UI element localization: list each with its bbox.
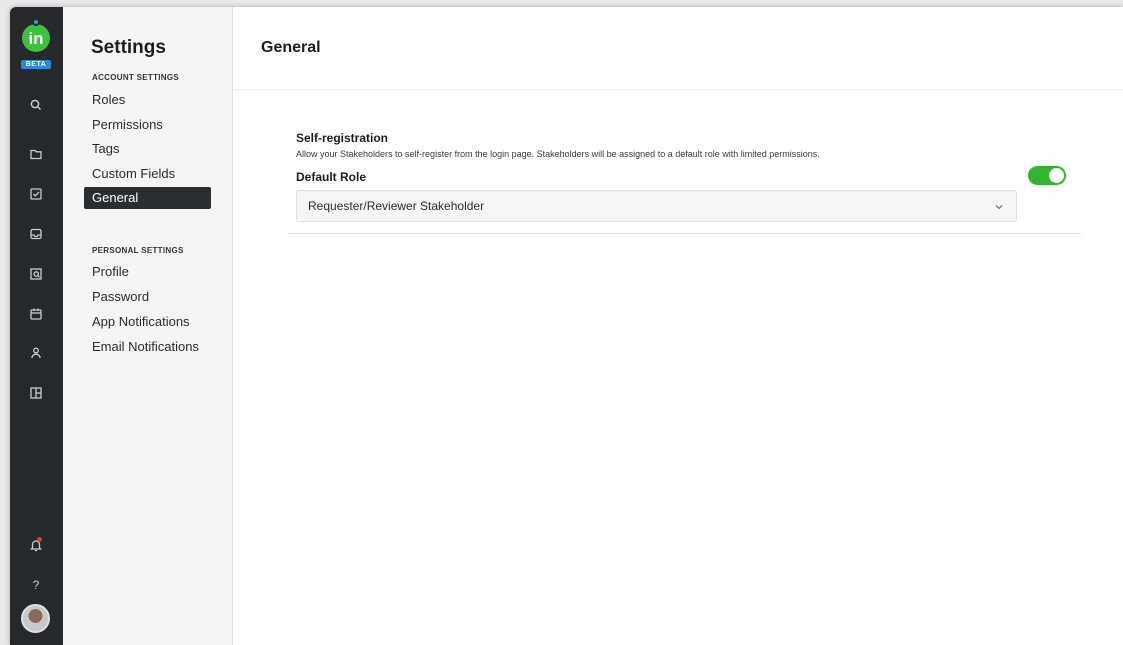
settings-title: Settings — [91, 37, 166, 58]
account-settings-label: ACCOUNT SETTINGS — [92, 73, 180, 82]
search-icon[interactable] — [26, 95, 46, 115]
sidebar-item-general[interactable]: General — [84, 187, 211, 209]
notification-dot — [37, 537, 42, 542]
help-icon[interactable]: ? — [26, 575, 46, 595]
logo-dot-icon — [32, 18, 40, 26]
avatar[interactable] — [21, 604, 50, 633]
settings-sidebar: Settings ACCOUNT SETTINGS Roles Permissi… — [63, 7, 233, 645]
sidebar-item-roles[interactable]: Roles — [84, 89, 211, 111]
page-title: General — [261, 39, 321, 56]
personal-settings-label: PERSONAL SETTINGS — [92, 246, 184, 255]
section-divider — [288, 233, 1081, 234]
review-icon[interactable] — [26, 264, 46, 284]
logo-text: in — [28, 28, 44, 48]
beta-badge: BETA — [21, 60, 51, 69]
page-header: General — [233, 7, 1123, 90]
sidebar-item-tags[interactable]: Tags — [84, 138, 211, 160]
layout-icon[interactable] — [26, 383, 46, 403]
app-window: in BETA ? Settings ACCOUNT SETTINGS Role… — [10, 7, 1123, 645]
default-role-label: Default Role — [296, 170, 367, 184]
calendar-icon[interactable] — [26, 304, 46, 324]
self-registration-title: Self-registration — [296, 131, 389, 145]
sidebar-item-app-notifications[interactable]: App Notifications — [84, 311, 211, 333]
inbox-icon[interactable] — [26, 224, 46, 244]
sidebar-item-permissions[interactable]: Permissions — [84, 114, 211, 136]
app-logo[interactable]: in — [22, 24, 50, 52]
self-registration-description: Allow your Stakeholders to self-register… — [296, 149, 820, 159]
sidebar-item-custom-fields[interactable]: Custom Fields — [84, 163, 211, 185]
person-icon[interactable] — [26, 343, 46, 363]
default-role-select[interactable]: Requester/Reviewer Stakeholder — [296, 190, 1017, 222]
default-role-value: Requester/Reviewer Stakeholder — [308, 199, 485, 213]
sidebar-item-email-notifications[interactable]: Email Notifications — [84, 336, 211, 358]
main-content: General Self-registration Allow your Sta… — [233, 7, 1123, 645]
checkbox-icon[interactable] — [26, 184, 46, 204]
sidebar-item-password[interactable]: Password — [84, 286, 211, 308]
icon-rail: in BETA ? — [10, 7, 63, 645]
toggle-knob — [1049, 168, 1064, 183]
self-registration-toggle[interactable] — [1028, 166, 1066, 185]
bell-icon[interactable] — [26, 535, 46, 555]
chevron-down-icon — [995, 205, 1003, 210]
sidebar-item-profile[interactable]: Profile — [84, 261, 211, 283]
folder-icon[interactable] — [26, 144, 46, 164]
